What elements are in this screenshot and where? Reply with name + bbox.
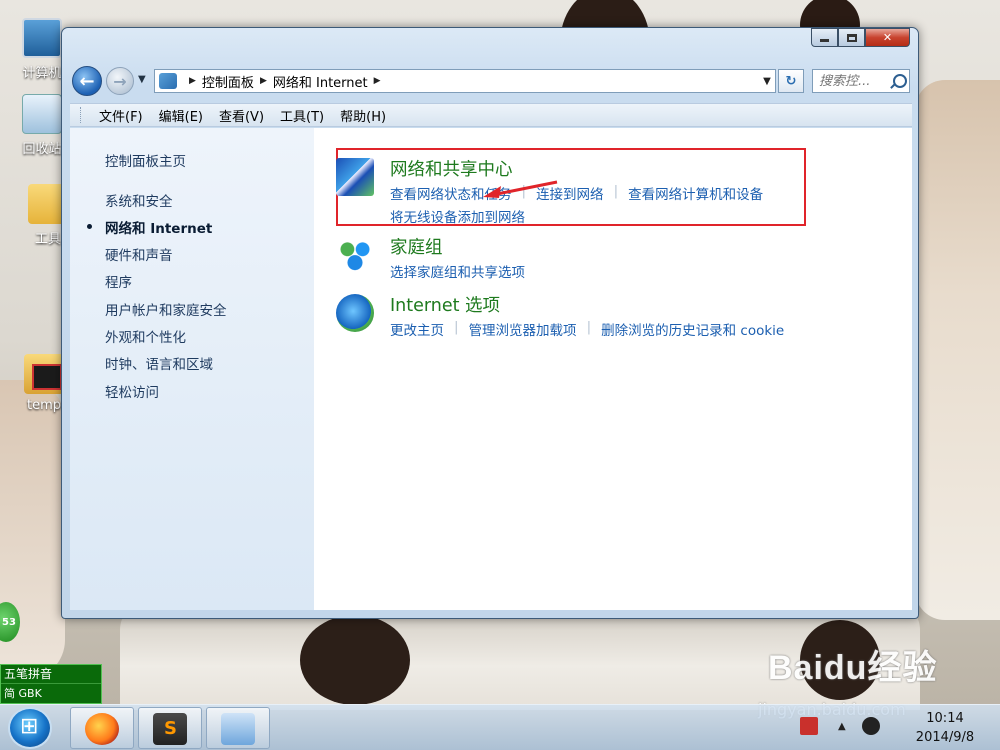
close-button[interactable]: ✕ xyxy=(865,28,910,47)
breadcrumb-network-internet[interactable]: 网络和 Internet xyxy=(273,72,368,91)
sidebar-item-hardware-sound[interactable]: 硬件和声音 xyxy=(105,244,173,264)
firefox-icon xyxy=(85,713,119,745)
forward-button[interactable]: → xyxy=(106,67,134,95)
category-links: 选择家庭组和共享选项 xyxy=(390,261,525,281)
chevron-down-icon: ▼ xyxy=(138,74,146,85)
menu-edit[interactable]: 编辑(E) xyxy=(151,106,211,125)
floating-badge-text: 53 xyxy=(2,616,16,628)
menu-grip xyxy=(80,107,83,123)
breadcrumb-arrow-icon[interactable]: ▶ xyxy=(374,76,381,86)
breadcrumb-control-panel[interactable]: 控制面板 xyxy=(202,72,254,91)
search-icon[interactable] xyxy=(893,74,907,88)
category-homegroup: 家庭组 选择家庭组和共享选项 xyxy=(336,234,896,284)
category-network-sharing: 网络和共享中心 查看网络状态和任务 | 连接到网络 | 查看网络计算机和设备 将… xyxy=(336,156,896,226)
sublime-text-icon xyxy=(153,713,187,745)
search-input[interactable] xyxy=(819,73,889,89)
flag-icon[interactable] xyxy=(800,717,818,735)
maximize-icon xyxy=(846,33,857,42)
start-button[interactable] xyxy=(8,707,52,749)
category-title-homegroup[interactable]: 家庭组 xyxy=(390,234,443,259)
forward-arrow-icon: → xyxy=(113,71,127,91)
sidebar: 控制面板主页 系统和安全 网络和 Internet 硬件和声音 程序 用户帐户和… xyxy=(70,128,314,610)
category-links: 更改主页 | 管理浏览器加载项 | 删除浏览的历史记录和 cookie xyxy=(390,319,784,339)
taskbar-control-panel[interactable] xyxy=(206,707,270,749)
refresh-icon: ↻ xyxy=(785,73,797,89)
clock[interactable]: 10:14 2014/9/8 xyxy=(900,709,990,747)
system-tray: ▲ xyxy=(800,713,910,743)
ime-mode[interactable]: 五笔拼音 xyxy=(1,665,101,684)
wallpaper-shape xyxy=(915,80,1000,620)
network-center-icon[interactable] xyxy=(336,158,374,196)
link-homegroup-options[interactable]: 选择家庭组和共享选项 xyxy=(390,261,525,281)
category-links: 查看网络状态和任务 | 连接到网络 | 查看网络计算机和设备 xyxy=(390,183,763,203)
homegroup-icon[interactable] xyxy=(336,236,374,274)
minimize-icon xyxy=(820,39,829,42)
menu-view[interactable]: 查看(V) xyxy=(211,106,272,125)
back-button[interactable]: ← xyxy=(72,66,102,96)
folder-icon xyxy=(24,354,64,394)
network-icon[interactable] xyxy=(862,717,880,735)
show-hidden-icons-icon[interactable]: ▲ xyxy=(838,721,846,732)
computer-icon xyxy=(22,18,62,58)
search-box[interactable] xyxy=(812,69,910,93)
link-change-homepage[interactable]: 更改主页 xyxy=(390,319,444,339)
clock-time: 10:14 xyxy=(926,711,964,726)
minimize-button[interactable] xyxy=(811,28,838,47)
annotation-arrow-icon xyxy=(483,180,558,198)
recycle-bin-icon xyxy=(22,94,62,134)
address-bar[interactable]: ▶ 控制面板 ▶ 网络和 Internet ▶ ▼ xyxy=(154,69,776,93)
refresh-button[interactable]: ↻ xyxy=(778,69,804,93)
taskbar: ▲ 10:14 2014/9/8 xyxy=(0,704,1000,750)
category-internet-options: Internet 选项 更改主页 | 管理浏览器加载项 | 删除浏览的历史记录和… xyxy=(336,292,896,342)
recent-pages-button[interactable]: ▼ xyxy=(138,74,146,85)
sidebar-item-system-security[interactable]: 系统和安全 xyxy=(105,190,173,210)
control-panel-icon xyxy=(221,713,255,745)
wallpaper-shape xyxy=(300,615,410,705)
link-separator: | xyxy=(454,319,459,335)
link-separator: | xyxy=(586,319,592,335)
ime-toolbar[interactable]: 五笔拼音 简 GBK xyxy=(0,664,102,704)
link-manage-addons[interactable]: 管理浏览器加载项 xyxy=(469,319,577,339)
taskbar-firefox[interactable] xyxy=(70,707,134,749)
taskbar-sublime[interactable] xyxy=(138,707,202,749)
breadcrumb-arrow-icon[interactable]: ▶ xyxy=(189,76,196,86)
control-panel-window: ✕ ← → ▼ ▶ 控制面板 ▶ 网络和 Internet ▶ ▼ ↻ 文件(F… xyxy=(61,27,919,619)
address-dropdown-icon[interactable]: ▼ xyxy=(759,76,775,87)
watermark-logo: Baidu经验 xyxy=(768,649,938,687)
sidebar-item-programs[interactable]: 程序 xyxy=(105,271,132,291)
sidebar-item-ease-of-access[interactable]: 轻松访问 xyxy=(105,381,159,401)
navigation-bar: ← → ▼ ▶ 控制面板 ▶ 网络和 Internet ▶ ▼ ↻ xyxy=(70,64,912,98)
active-bullet-icon xyxy=(87,224,92,229)
breadcrumb-arrow-icon[interactable]: ▶ xyxy=(260,76,267,86)
sidebar-item-clock-region[interactable]: 时钟、语言和区域 xyxy=(105,353,213,373)
sidebar-item-home[interactable]: 控制面板主页 xyxy=(105,150,186,170)
ime-charset[interactable]: 简 GBK xyxy=(1,684,101,703)
maximize-button[interactable] xyxy=(838,28,865,47)
link-view-network-computers[interactable]: 查看网络计算机和设备 xyxy=(628,183,763,203)
link-delete-history[interactable]: 删除浏览的历史记录和 cookie xyxy=(601,319,784,339)
link-add-wireless-device[interactable]: 将无线设备添加到网络 xyxy=(390,206,525,226)
menu-file[interactable]: 文件(F) xyxy=(91,106,151,125)
menu-bar: 文件(F) 编辑(E) 查看(V) 工具(T) 帮助(H) xyxy=(70,103,912,127)
clock-date: 2014/9/8 xyxy=(915,730,975,745)
main-pane: 网络和共享中心 查看网络状态和任务 | 连接到网络 | 查看网络计算机和设备 将… xyxy=(314,128,912,610)
window-controls: ✕ xyxy=(811,28,910,47)
window-content: 控制面板主页 系统和安全 网络和 Internet 硬件和声音 程序 用户帐户和… xyxy=(70,128,912,610)
sidebar-item-network-internet[interactable]: 网络和 Internet xyxy=(105,217,212,237)
close-icon: ✕ xyxy=(882,31,893,44)
watermark: Baidu经验 jingyan.baidu.com xyxy=(758,640,998,719)
sidebar-item-appearance[interactable]: 外观和个性化 xyxy=(105,326,186,346)
control-panel-icon xyxy=(159,73,177,89)
menu-tools[interactable]: 工具(T) xyxy=(272,106,332,125)
category-title-internet-options[interactable]: Internet 选项 xyxy=(390,292,500,317)
sidebar-item-user-accounts[interactable]: 用户帐户和家庭安全 xyxy=(105,299,227,319)
back-arrow-icon: ← xyxy=(79,70,95,92)
menu-help[interactable]: 帮助(H) xyxy=(332,106,394,125)
link-separator: | xyxy=(613,183,619,199)
internet-options-icon[interactable] xyxy=(336,294,374,332)
